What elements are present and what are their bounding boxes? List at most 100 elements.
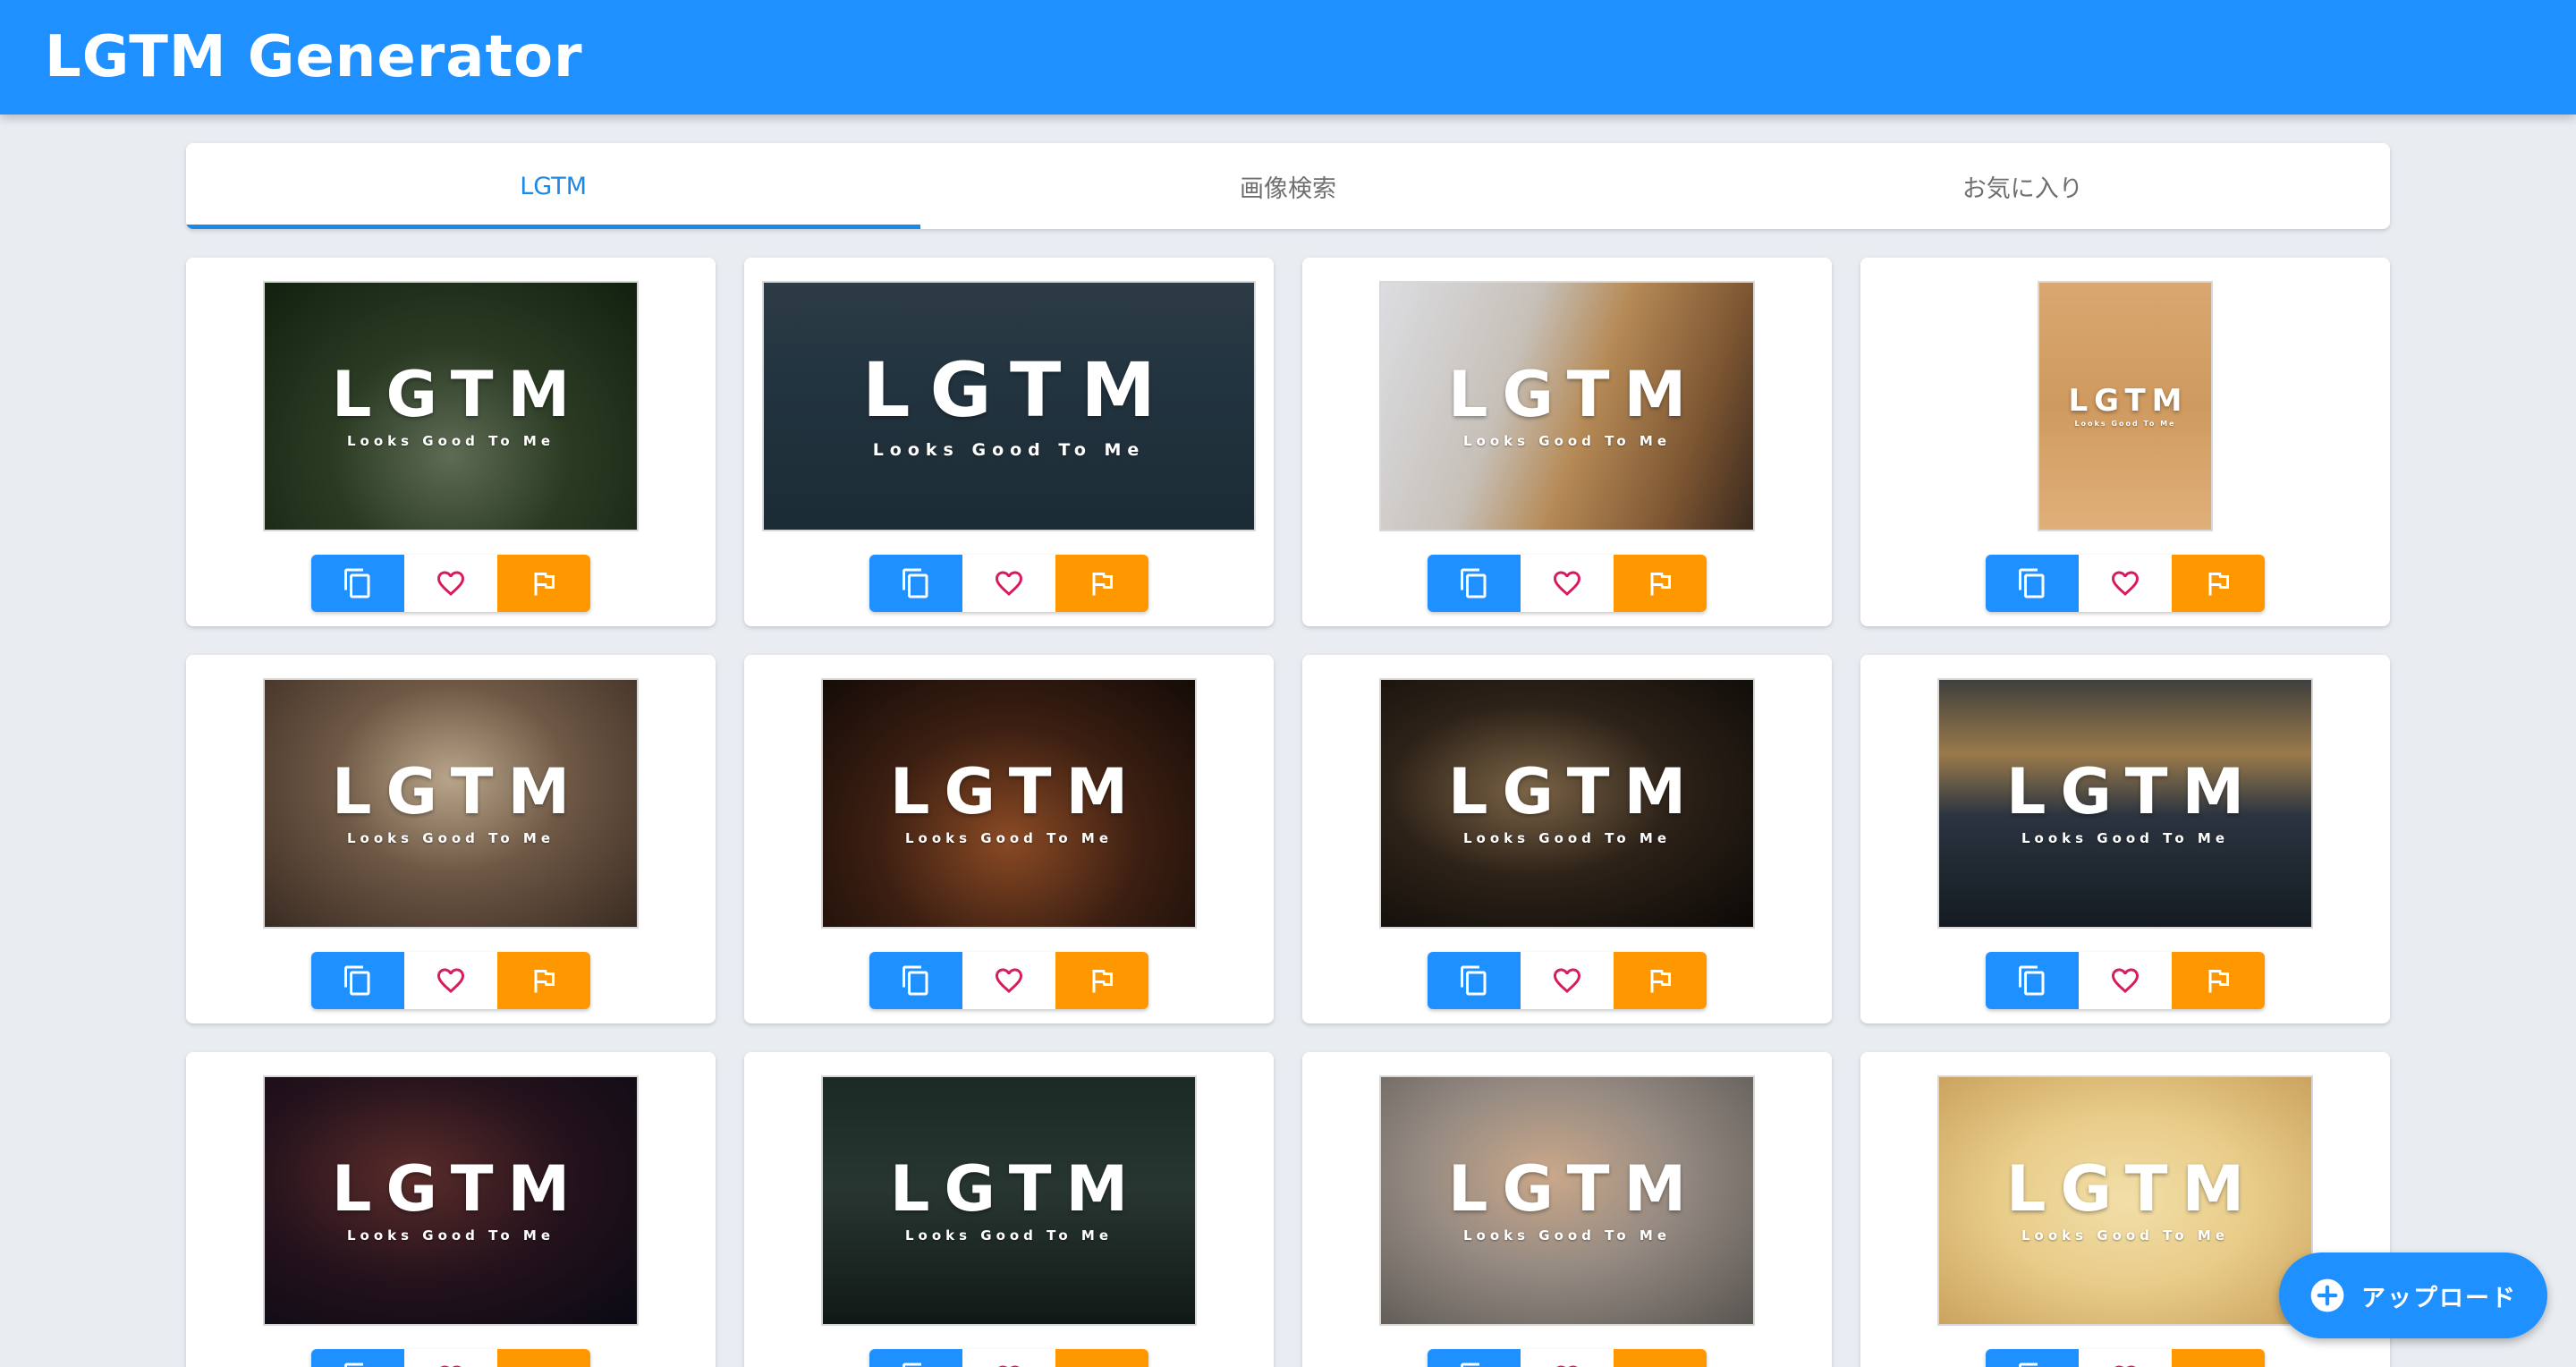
upload-button[interactable]: アップロード xyxy=(2279,1252,2547,1338)
favorite-button[interactable] xyxy=(1521,555,1614,612)
lgtm-text: LGTM xyxy=(331,358,585,431)
report-button[interactable] xyxy=(497,952,590,1009)
app-title: LGTM Generator xyxy=(45,24,583,90)
flag-icon xyxy=(2208,573,2229,596)
image-card: LGTM Looks Good To Me xyxy=(744,1052,1274,1367)
copy-button[interactable] xyxy=(1986,952,2079,1009)
report-button[interactable] xyxy=(1614,1349,1707,1367)
image-card: LGTM Looks Good To Me xyxy=(744,258,1274,626)
copy-button[interactable] xyxy=(869,555,962,612)
card-actions xyxy=(1428,555,1707,612)
favorite-button[interactable] xyxy=(1521,1349,1614,1367)
lgtm-subtext: Looks Good To Me xyxy=(346,433,555,449)
lgtm-image[interactable]: LGTM Looks Good To Me xyxy=(2038,281,2213,531)
lgtm-text: LGTM xyxy=(889,755,1143,828)
heart-icon xyxy=(998,1365,1020,1367)
report-button[interactable] xyxy=(497,555,590,612)
lgtm-image[interactable]: LGTM Looks Good To Me xyxy=(263,1075,639,1326)
lgtm-image[interactable]: LGTM Looks Good To Me xyxy=(821,678,1197,929)
lgtm-text: LGTM xyxy=(2068,382,2189,419)
copy-button[interactable] xyxy=(311,952,404,1009)
lgtm-subtext: Looks Good To Me xyxy=(346,830,555,846)
report-button[interactable] xyxy=(2172,952,2265,1009)
lgtm-image[interactable]: LGTM Looks Good To Me xyxy=(1379,1075,1755,1326)
copy-icon xyxy=(2019,965,2045,996)
lgtm-text: LGTM xyxy=(2005,755,2259,828)
favorite-button[interactable] xyxy=(2079,952,2172,1009)
card-actions xyxy=(1428,952,1707,1009)
report-button[interactable] xyxy=(2172,555,2265,612)
lgtm-subtext: Looks Good To Me xyxy=(2021,1227,2230,1244)
copy-button[interactable] xyxy=(1428,1349,1521,1367)
lgtm-image[interactable]: LGTM Looks Good To Me xyxy=(821,1075,1197,1326)
card-actions xyxy=(869,555,1148,612)
card-actions xyxy=(1986,555,2265,612)
copy-icon xyxy=(1461,1363,1479,1367)
report-button[interactable] xyxy=(1055,555,1148,612)
favorite-button[interactable] xyxy=(404,555,497,612)
favorite-button[interactable] xyxy=(962,952,1055,1009)
flag-icon xyxy=(1086,1362,1118,1367)
favorite-button[interactable] xyxy=(404,952,497,1009)
card-actions xyxy=(1986,1349,2265,1367)
copy-icon xyxy=(1461,568,1487,599)
copy-button[interactable] xyxy=(1428,952,1521,1009)
heart-icon xyxy=(1554,571,1580,597)
lgtm-text: LGTM xyxy=(2005,1152,2259,1226)
copy-button[interactable] xyxy=(869,952,962,1009)
card-actions xyxy=(311,952,590,1009)
favorite-button[interactable] xyxy=(1521,952,1614,1009)
lgtm-subtext: Looks Good To Me xyxy=(1462,433,1672,449)
report-button[interactable] xyxy=(497,1349,590,1367)
copy-icon xyxy=(344,568,370,599)
lgtm-subtext: Looks Good To Me xyxy=(2021,830,2230,846)
report-button[interactable] xyxy=(1614,555,1707,612)
favorite-button[interactable] xyxy=(962,1349,1055,1367)
flag-icon xyxy=(1092,573,1113,596)
card-actions xyxy=(311,555,590,612)
tab-lgtm[interactable]: LGTM xyxy=(186,143,921,229)
image-card: LGTM Looks Good To Me xyxy=(1302,655,1832,1023)
lgtm-image[interactable]: LGTM Looks Good To Me xyxy=(263,678,639,929)
copy-button[interactable] xyxy=(1986,1349,2079,1367)
lgtm-image[interactable]: LGTM Looks Good To Me xyxy=(1937,1075,2313,1326)
lgtm-image[interactable]: LGTM Looks Good To Me xyxy=(1379,678,1755,929)
copy-icon xyxy=(2019,568,2045,599)
lgtm-image[interactable]: LGTM Looks Good To Me xyxy=(762,281,1256,531)
lgtm-image[interactable]: LGTM Looks Good To Me xyxy=(263,281,639,531)
card-actions xyxy=(1986,952,2265,1009)
copy-icon xyxy=(2019,1363,2038,1367)
lgtm-text: LGTM xyxy=(862,346,1175,434)
report-button[interactable] xyxy=(1614,952,1707,1009)
report-button[interactable] xyxy=(1055,952,1148,1009)
report-button[interactable] xyxy=(1055,1349,1148,1367)
tab-favorites[interactable]: お気に入り xyxy=(1656,143,2390,229)
image-card: LGTM Looks Good To Me xyxy=(1860,655,2390,1023)
copy-button[interactable] xyxy=(1986,555,2079,612)
lgtm-image[interactable]: LGTM Looks Good To Me xyxy=(1379,281,1755,531)
lgtm-image[interactable]: LGTM Looks Good To Me xyxy=(1937,678,2313,929)
image-card: LGTM Looks Good To Me xyxy=(186,258,716,626)
heart-icon xyxy=(996,968,1022,994)
lgtm-text: LGTM xyxy=(1447,358,1701,431)
copy-button[interactable] xyxy=(311,555,404,612)
copy-button[interactable] xyxy=(1428,555,1521,612)
flag-icon xyxy=(534,573,555,596)
favorite-button[interactable] xyxy=(404,1349,497,1367)
copy-icon xyxy=(344,965,370,996)
favorite-button[interactable] xyxy=(2079,555,2172,612)
upload-label: アップロード xyxy=(2361,1284,2517,1312)
flag-icon xyxy=(1650,573,1671,596)
copy-icon xyxy=(344,1363,363,1367)
favorite-button[interactable] xyxy=(962,555,1055,612)
copy-button[interactable] xyxy=(311,1349,404,1367)
copy-button[interactable] xyxy=(869,1349,962,1367)
heart-icon xyxy=(996,571,1022,597)
card-actions xyxy=(311,1349,590,1367)
lgtm-text: LGTM xyxy=(331,1152,585,1226)
favorite-button[interactable] xyxy=(2079,1349,2172,1367)
tab-image-search[interactable]: 画像検索 xyxy=(920,143,1655,229)
image-card: LGTM Looks Good To Me xyxy=(1302,1052,1832,1367)
lgtm-text: LGTM xyxy=(1447,1152,1701,1226)
report-button[interactable] xyxy=(2172,1349,2265,1367)
